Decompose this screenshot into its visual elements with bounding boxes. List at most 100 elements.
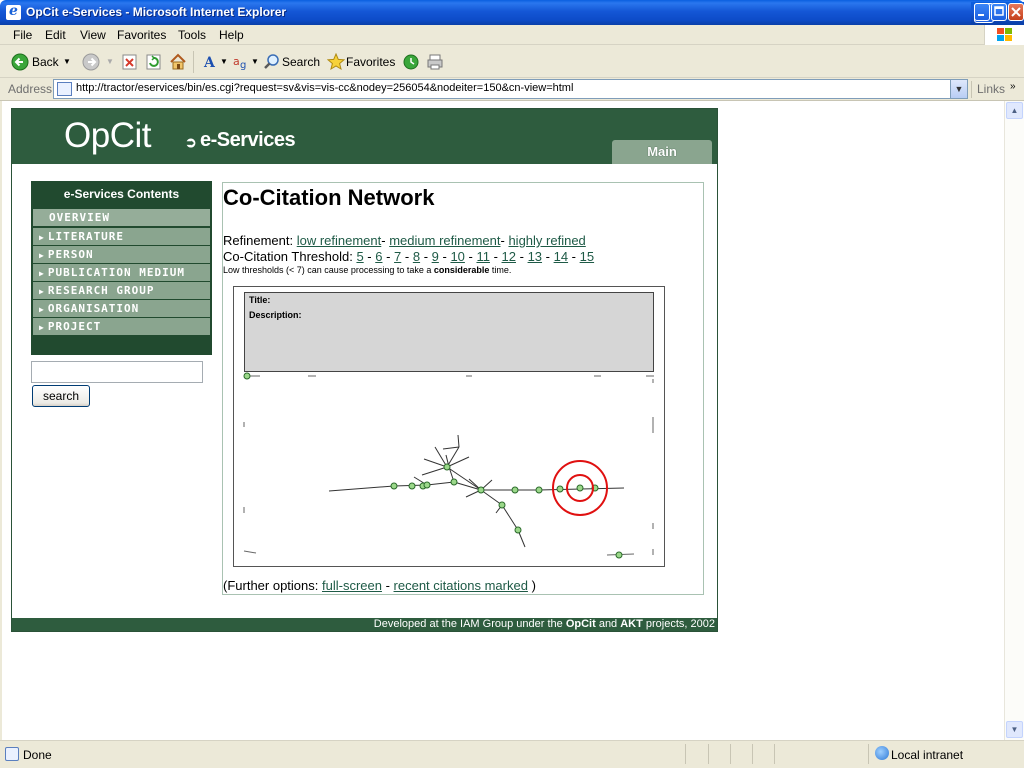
menu-help[interactable]: Help — [219, 28, 244, 42]
opcit-logo[interactable]: OpCit — [64, 116, 151, 156]
address-url[interactable]: http://tractor/eservices/bin/es.cgi?requ… — [76, 82, 573, 94]
encoding-icon[interactable]: a g — [232, 53, 250, 71]
status-bar: Done Local intranet — [0, 740, 1024, 768]
sidebar-item-label: OVERVIEW — [49, 211, 110, 224]
text-size-dropdown-icon[interactable]: ▼ — [220, 51, 228, 73]
maximize-icon — [994, 6, 1004, 16]
threshold-link[interactable]: 6 — [375, 249, 382, 264]
recent-citations-link[interactable]: recent citations marked — [394, 578, 528, 593]
svg-text:g: g — [240, 60, 246, 71]
threshold-note: Low thresholds (< 7) can cause processin… — [223, 265, 511, 275]
forward-arrow-icon[interactable] — [82, 53, 100, 71]
favorites-button[interactable]: Favorites — [346, 51, 395, 73]
forward-dropdown-icon: ▼ — [106, 57, 114, 66]
vertical-scrollbar[interactable]: ▲ ▼ — [1004, 101, 1024, 740]
menu-view[interactable]: View — [80, 28, 106, 42]
menu-edit[interactable]: Edit — [45, 28, 66, 42]
sidebar-item-project[interactable]: ▶ PROJECT — [33, 318, 210, 335]
opcit-page: OpCit ➲ e-Services Main e-Services Conte… — [11, 108, 718, 632]
co-citation-network-graph[interactable] — [234, 287, 664, 566]
search-submit-button[interactable]: search — [32, 385, 90, 407]
address-separator — [971, 81, 972, 98]
sidebar-item-literature[interactable]: ▶ LITERATURE — [33, 228, 210, 245]
threshold-link[interactable]: 5 — [356, 249, 363, 264]
status-text: Done — [23, 748, 52, 762]
text-size-icon[interactable]: A — [202, 53, 220, 71]
graph-node[interactable] — [243, 372, 251, 380]
intranet-globe-icon — [875, 746, 889, 760]
threshold-link[interactable]: 15 — [580, 249, 594, 264]
maximize-button[interactable] — [991, 3, 1007, 21]
graph-node — [443, 463, 451, 471]
links-chevron-icon[interactable]: » — [1010, 81, 1016, 92]
graph-node — [423, 481, 431, 489]
sidebar-item-publication-medium[interactable]: ▶ PUBLICATION MEDIUM — [33, 264, 210, 281]
graph-node — [576, 484, 584, 492]
address-input[interactable]: http://tractor/eservices/bin/es.cgi?requ… — [53, 79, 968, 99]
stop-icon[interactable] — [121, 53, 139, 71]
threshold-link[interactable]: 10 — [450, 249, 464, 264]
favorites-star-icon[interactable] — [327, 53, 345, 71]
graph-node — [390, 482, 398, 490]
back-button[interactable]: Back — [32, 51, 59, 73]
print-icon[interactable] — [426, 53, 444, 71]
threshold-link[interactable]: 8 — [413, 249, 420, 264]
tab-main[interactable]: Main — [612, 140, 712, 164]
full-screen-link[interactable]: full-screen — [322, 578, 382, 593]
title-bar[interactable]: OpCit e-Services - Microsoft Internet Ex… — [0, 0, 1024, 25]
graph-node — [556, 485, 564, 493]
history-icon[interactable] — [402, 53, 420, 71]
threshold-link[interactable]: 13 — [528, 249, 542, 264]
refinement-label: Refinement: — [223, 233, 294, 248]
graph-node — [498, 501, 506, 509]
close-icon — [1011, 7, 1021, 17]
search-input[interactable] — [31, 361, 203, 383]
threshold-link[interactable]: 12 — [502, 249, 516, 264]
sidebar-item-label: PUBLICATION MEDIUM — [47, 266, 186, 279]
address-dropdown-icon[interactable]: ▼ — [950, 80, 967, 98]
search-icon[interactable] — [263, 53, 281, 71]
address-bar: Address http://tractor/eservices/bin/es.… — [0, 78, 1024, 101]
scroll-up-icon[interactable]: ▲ — [1006, 102, 1023, 119]
back-arrow-icon[interactable] — [11, 53, 29, 71]
sidebar-item-overview[interactable]: OVERVIEW — [33, 209, 210, 226]
bullet-icon: ▶ — [39, 323, 45, 332]
graph-node — [535, 486, 543, 494]
home-icon[interactable] — [169, 53, 187, 71]
threshold-link[interactable]: 11 — [476, 249, 490, 264]
close-button[interactable] — [1008, 3, 1024, 21]
status-separator — [730, 744, 731, 764]
highly-refined-link[interactable]: highly refined — [508, 233, 585, 248]
search-button[interactable]: Search — [282, 51, 320, 73]
content-panel: Co-Citation Network Refinement: low refi… — [222, 182, 704, 595]
threshold-label: Co-Citation Threshold: — [223, 249, 353, 264]
menu-favorites[interactable]: Favorites — [117, 28, 166, 42]
menu-tools[interactable]: Tools — [178, 28, 206, 42]
sidebar-item-person[interactable]: ▶ PERSON — [33, 246, 210, 263]
page-header: OpCit ➲ e-Services Main — [12, 109, 717, 164]
page-done-icon — [5, 747, 19, 761]
network-applet[interactable]: Title: Description: — [233, 286, 665, 567]
bullet-icon: ▶ — [39, 305, 45, 314]
sidebar-item-research-group[interactable]: ▶ RESEARCH GROUP — [33, 282, 210, 299]
menu-file[interactable]: File — [13, 28, 32, 42]
page-footer: Developed at the IAM Group under the OpC… — [12, 618, 717, 631]
back-dropdown-icon[interactable]: ▼ — [63, 51, 71, 73]
page-title: Co-Citation Network — [223, 185, 435, 210]
threshold-link[interactable]: 9 — [432, 249, 439, 264]
graph-node — [514, 526, 522, 534]
status-separator — [708, 744, 709, 764]
refresh-icon[interactable] — [145, 53, 163, 71]
medium-refinement-link[interactable]: medium refinement — [389, 233, 500, 248]
encoding-dropdown-icon[interactable]: ▼ — [251, 51, 259, 73]
graph-node[interactable] — [615, 551, 623, 559]
scroll-down-icon[interactable]: ▼ — [1006, 721, 1023, 738]
threshold-link[interactable]: 7 — [394, 249, 401, 264]
low-refinement-link[interactable]: low refinement — [297, 233, 382, 248]
links-button[interactable]: Links — [977, 82, 1005, 96]
threshold-link[interactable]: 14 — [554, 249, 568, 264]
minimize-button[interactable] — [974, 3, 990, 21]
graph-nodes[interactable] — [390, 463, 599, 534]
sidebar-item-organisation[interactable]: ▶ ORGANISATION — [33, 300, 210, 317]
sidebar-item-label: PROJECT — [47, 320, 102, 333]
